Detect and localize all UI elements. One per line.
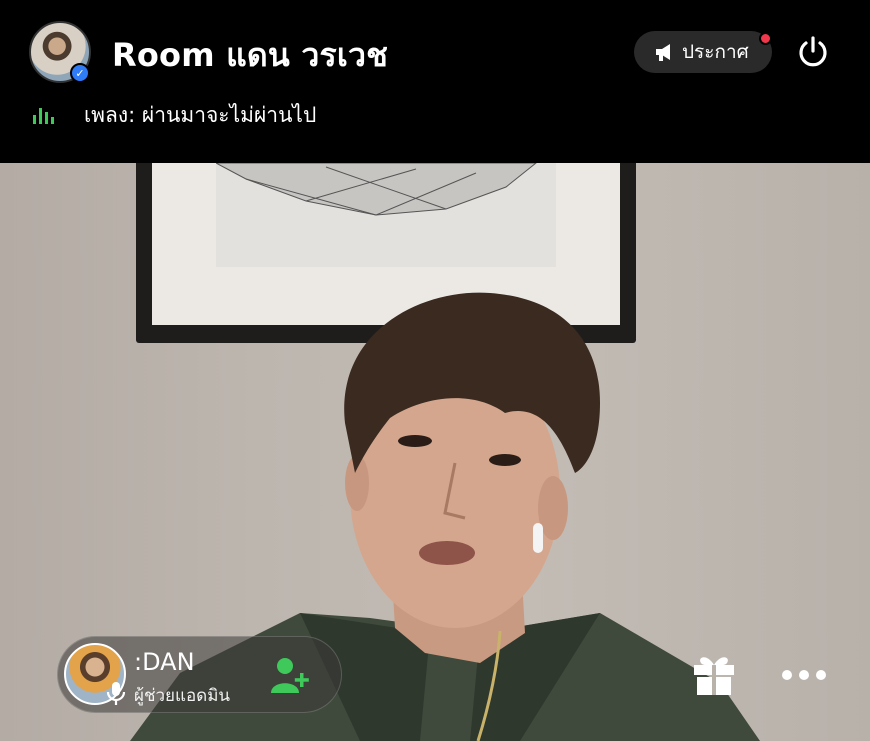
- add-user-icon[interactable]: [270, 655, 314, 695]
- now-playing-song[interactable]: เพลง: ผ่านมาจะไม่ผ่านไป: [84, 99, 316, 132]
- gift-icon[interactable]: [691, 651, 737, 697]
- announce-label: ประกาศ: [682, 41, 749, 63]
- notification-dot: [759, 32, 772, 45]
- announce-button[interactable]: ประกาศ: [634, 31, 772, 73]
- megaphone-icon: [656, 44, 670, 61]
- verified-badge-icon: ✓: [70, 63, 90, 83]
- room-header: ✓ Room แดน วรเวช ประกาศ เพลง: ผ่านมาจะไม…: [0, 0, 870, 163]
- power-icon[interactable]: [795, 34, 831, 70]
- equalizer-bars-icon: [33, 108, 54, 124]
- room-title: Room แดน วรเวช: [112, 36, 389, 74]
- microphone-icon: [106, 682, 126, 705]
- more-dots-icon[interactable]: [780, 666, 828, 684]
- host-role: ผู้ช่วยแอดมิน: [134, 686, 231, 706]
- host-name: :DAN: [134, 648, 195, 676]
